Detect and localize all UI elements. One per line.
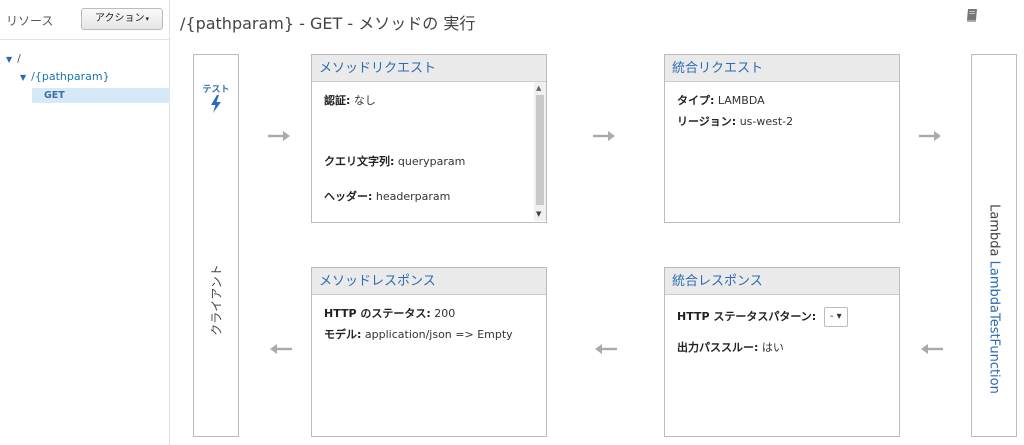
scrollbar[interactable]: ▲ ▼: [534, 82, 546, 221]
scroll-down-icon[interactable]: ▼: [536, 210, 541, 218]
method-response-title[interactable]: メソッドレスポンス: [312, 268, 546, 295]
arrow-right-icon: [919, 131, 941, 141]
passthrough-label: 出力パススルー:: [677, 341, 759, 354]
auth-label: 認証:: [324, 94, 351, 107]
tree-item-root-label: /: [17, 52, 21, 65]
lambda-prefix: Lambda: [986, 204, 1002, 257]
pattern-label: HTTP ステータスパターン:: [677, 310, 817, 323]
title-sep: -: [347, 14, 354, 33]
status-row: HTTP のステータス: 200: [324, 305, 455, 321]
query-row: クエリ文字列: queryparam: [324, 153, 465, 169]
model-value: application/json => Empty: [364, 328, 513, 341]
arrow-left-icon: [921, 344, 943, 354]
page-title: /{pathparam} - GET - メソッドの 実行: [180, 10, 475, 34]
tree-item-root[interactable]: ▼ /: [6, 52, 21, 65]
region-label: リージョン:: [677, 115, 737, 128]
status-label: HTTP のステータス:: [324, 307, 431, 320]
tree-item-pathparam[interactable]: ▼ /{pathparam}: [20, 70, 110, 83]
type-value: LAMBDA: [717, 94, 765, 107]
arrow-right-icon: [268, 131, 290, 141]
header-label: ヘッダー:: [324, 190, 373, 203]
actions-label: アクション: [94, 13, 145, 24]
sidebar-header: リソース アクション▾: [0, 0, 169, 40]
auth-row: 認証: なし: [324, 92, 376, 108]
query-value: queryparam: [397, 155, 466, 168]
status-value: 200: [434, 307, 456, 320]
integration-response-panel: 統合レスポンス HTTP ステータスパターン: - ▾ 出力パススルー: はい: [664, 267, 900, 437]
integration-response-title[interactable]: 統合レスポンス: [665, 268, 899, 295]
lambda-label: Lambda LambdaTestFunction: [987, 204, 1002, 394]
resources-sidebar: リソース アクション▾ ▼ / ▼/{pathparam} GET: [0, 0, 170, 445]
passthrough-value: はい: [761, 341, 784, 354]
arrow-left-icon: [595, 344, 617, 354]
header-value: headerparam: [375, 190, 451, 203]
auth-value: なし: [353, 94, 376, 107]
expand-triangle-icon[interactable]: ▼: [20, 73, 26, 82]
integration-request-title[interactable]: 統合リクエスト: [665, 55, 899, 82]
model-row: モデル: application/json => Empty: [324, 326, 513, 342]
scroll-thumb[interactable]: [536, 95, 544, 205]
region-row: リージョン: us-west-2: [677, 113, 793, 129]
client-label: クライアント: [209, 264, 224, 336]
arrow-right-icon: [593, 131, 615, 141]
model-label: モデル:: [324, 328, 362, 341]
region-value: us-west-2: [739, 115, 794, 128]
status-pattern-select[interactable]: - ▾: [823, 307, 848, 327]
title-sep: -: [299, 14, 305, 33]
tree-item-get[interactable]: GET: [32, 88, 170, 103]
lambda-box: Lambda LambdaTestFunction: [971, 54, 1017, 437]
resources-title: リソース: [6, 14, 54, 28]
type-label: タイプ:: [677, 94, 715, 107]
lightning-icon[interactable]: [207, 94, 225, 114]
expand-triangle-icon[interactable]: ▼: [6, 55, 12, 64]
method-request-panel: メソッドリクエスト 認証: なし クエリ文字列: queryparam ヘッダー…: [311, 54, 547, 223]
title-path: /{pathparam}: [180, 14, 295, 33]
integration-request-panel: 統合リクエスト タイプ: LAMBDA リージョン: us-west-2: [664, 54, 900, 223]
query-label: クエリ文字列:: [324, 155, 395, 168]
actions-button[interactable]: アクション▾: [81, 8, 163, 30]
method-response-panel: メソッドレスポンス HTTP のステータス: 200 モデル: applicat…: [311, 267, 547, 437]
title-method: GET: [310, 14, 343, 33]
arrow-left-icon: [270, 344, 292, 354]
book-icon[interactable]: [965, 8, 979, 23]
tree-item-pathparam-label: /{pathparam}: [31, 70, 110, 83]
title-suffix: メソッドの 実行: [358, 14, 476, 33]
type-row: タイプ: LAMBDA: [677, 92, 765, 108]
pattern-row: HTTP ステータスパターン: - ▾: [677, 307, 848, 327]
passthrough-row: 出力パススルー: はい: [677, 339, 784, 355]
chevron-down-icon: ▾: [145, 15, 149, 23]
header-row: ヘッダー: headerparam: [324, 188, 450, 204]
lambda-function-link[interactable]: LambdaTestFunction: [987, 261, 1002, 394]
scroll-up-icon[interactable]: ▲: [536, 84, 541, 92]
method-request-title[interactable]: メソッドリクエスト: [312, 55, 546, 82]
client-box: テスト クライアント: [193, 54, 239, 437]
